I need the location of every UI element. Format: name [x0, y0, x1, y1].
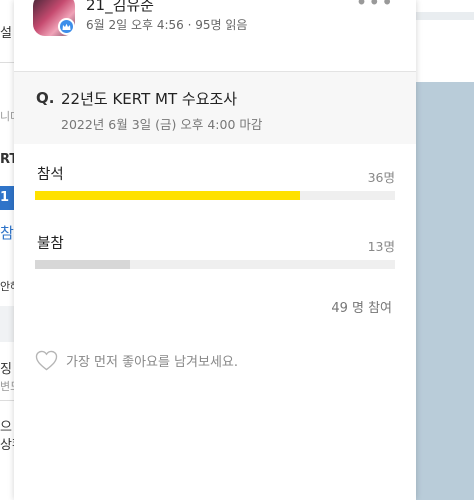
bg-text-fragment: 1	[0, 190, 10, 205]
poll-question: Q. 22년도 KERT MT 수요조사 2022년 6월 3일 (금) 오후 …	[14, 72, 416, 144]
bg-strip	[0, 306, 14, 342]
option-count: 13명	[367, 239, 395, 254]
crown-badge-icon	[58, 18, 75, 35]
bg-divider	[0, 62, 14, 63]
bg-text-fragment: 상황	[0, 438, 14, 453]
post-meta: 6월 2일 오후 4:56 · 95명 읽음	[86, 18, 248, 32]
option-count: 36명	[367, 170, 395, 185]
like-prompt[interactable]: 가장 먼저 좋아요를 남겨보세요.	[35, 350, 238, 371]
bg-text-fragment: 설	[0, 26, 12, 41]
poll-title: 22년도 KERT MT 수요조사	[61, 90, 238, 108]
option-label: 불참	[37, 236, 64, 252]
question-mark-label: Q.	[36, 89, 55, 107]
option-bar-track	[35, 191, 395, 200]
post-panel: 21_김유준 6월 2일 오후 4:56 · 95명 읽음 ••• Q. 22년…	[14, 0, 416, 500]
background-app-left: 설 니다 RT 1 참 안해 징 변도 으 상황	[0, 0, 14, 500]
bg-text-fragment: 안해	[0, 280, 14, 293]
post-header: 21_김유준 6월 2일 오후 4:56 · 95명 읽음 •••	[14, 0, 416, 72]
option-bar-fill	[35, 191, 300, 200]
option-label: 참석	[37, 167, 64, 183]
bg-divider	[0, 400, 14, 401]
option-bar-fill	[35, 260, 131, 269]
option-bar-track	[35, 260, 395, 269]
more-options-icon[interactable]: •••	[356, 0, 394, 14]
bg-text-fragment: 으	[0, 420, 12, 435]
participant-count[interactable]: 49 명 참여	[331, 297, 392, 316]
poll-deadline: 2022년 6월 3일 (금) 오후 4:00 마감	[61, 117, 263, 132]
like-prompt-text: 가장 먼저 좋아요를 남겨보세요.	[66, 355, 239, 370]
bg-text-fragment: 참	[0, 224, 14, 242]
bg-text-fragment: RT	[0, 152, 14, 167]
bg-strip	[416, 12, 474, 20]
author-name[interactable]: 21_김유준	[86, 0, 154, 15]
bg-text-fragment: 징	[0, 362, 12, 377]
bg-text-fragment: 니다	[0, 110, 14, 123]
bg-text-fragment: 변도	[0, 380, 14, 393]
background-app-right	[416, 0, 474, 82]
heart-icon[interactable]	[35, 350, 58, 371]
